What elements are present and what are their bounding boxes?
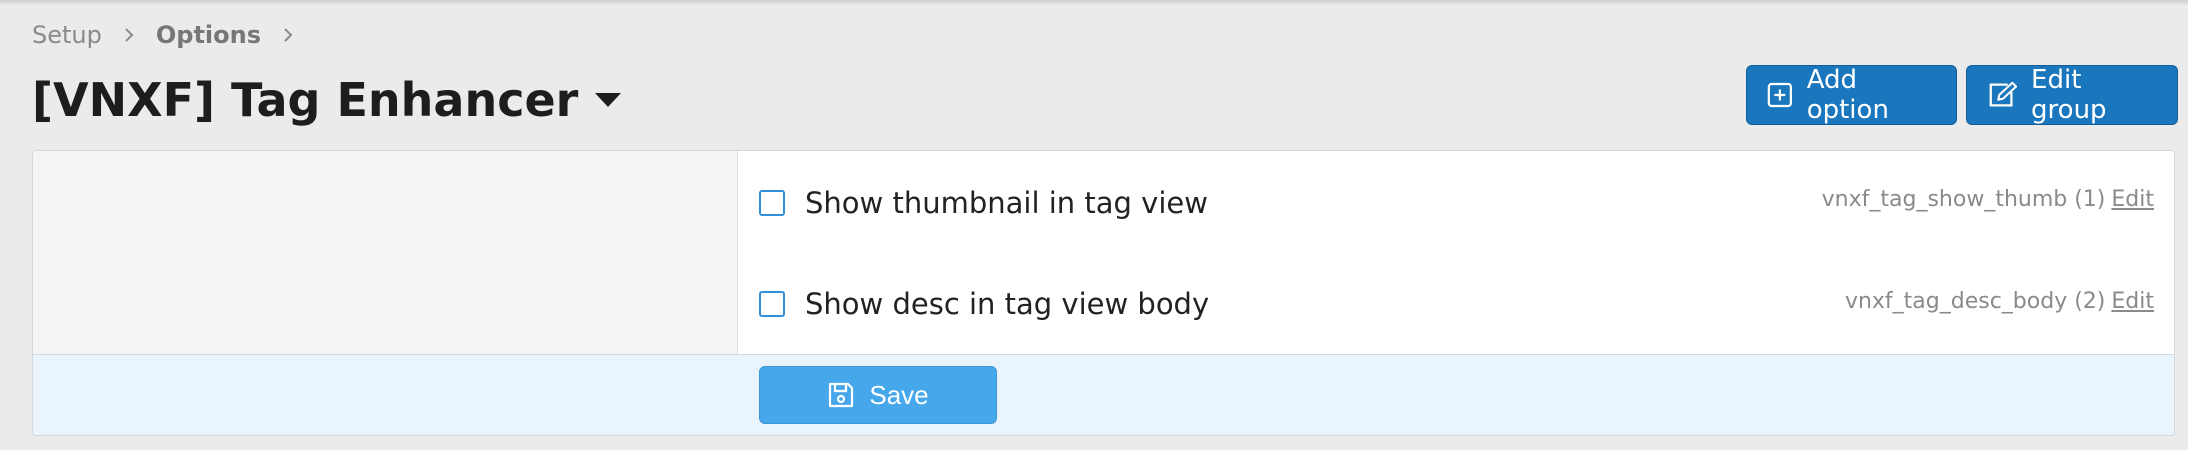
breadcrumb: Setup Options: [32, 18, 315, 52]
option-label: Show desc in tag view body: [805, 287, 1210, 321]
option-key-2: vnxf_tag_desc_body (2) Edit: [1845, 281, 2154, 321]
save-label: Save: [869, 379, 929, 410]
show-thumbnail-checkbox[interactable]: [759, 190, 785, 216]
chevron-right-icon: [124, 27, 134, 43]
edit-option-link[interactable]: Edit: [2111, 289, 2154, 314]
edit-option-link[interactable]: Edit: [2111, 187, 2154, 212]
add-option-label: Add option: [1806, 65, 1889, 125]
save-button[interactable]: Save: [759, 366, 997, 424]
page-title[interactable]: [VNXF] Tag Enhancer: [32, 70, 622, 130]
page-title-text: [VNXF] Tag Enhancer: [32, 73, 579, 127]
option-key-text: vnxf_tag_desc_body (2): [1844, 288, 2106, 314]
breadcrumb-options[interactable]: Options: [156, 21, 261, 49]
option-row-show-desc[interactable]: Show desc in tag view body: [759, 284, 1209, 324]
edit-group-label: Edit group: [2031, 65, 2107, 125]
form-submit-row: Save: [33, 354, 2174, 435]
edit-icon: [1989, 81, 2018, 107]
option-row-show-thumb[interactable]: Show thumbnail in tag view: [759, 183, 1208, 223]
show-desc-checkbox[interactable]: [759, 291, 785, 317]
option-keys-column: [33, 151, 738, 354]
breadcrumb-setup[interactable]: Setup: [32, 21, 102, 49]
edit-group-button[interactable]: Edit group: [1966, 65, 2178, 125]
save-icon: [829, 382, 854, 408]
top-shadow: [0, 0, 2188, 6]
option-key-1: vnxf_tag_show_thumb (1) Edit: [1822, 179, 2154, 219]
plus-square-icon: [1767, 82, 1792, 108]
options-panel: vnxf_tag_show_thumb (1) Edit Show thumbn…: [32, 150, 2175, 436]
options-list: vnxf_tag_show_thumb (1) Edit Show thumbn…: [33, 151, 2174, 354]
add-option-button[interactable]: Add option: [1746, 65, 1957, 125]
option-key-text: vnxf_tag_show_thumb (1): [1821, 186, 2106, 212]
caret-down-icon[interactable]: [594, 91, 622, 109]
chevron-right-icon: [283, 27, 293, 43]
option-label: Show thumbnail in tag view: [805, 186, 1208, 220]
